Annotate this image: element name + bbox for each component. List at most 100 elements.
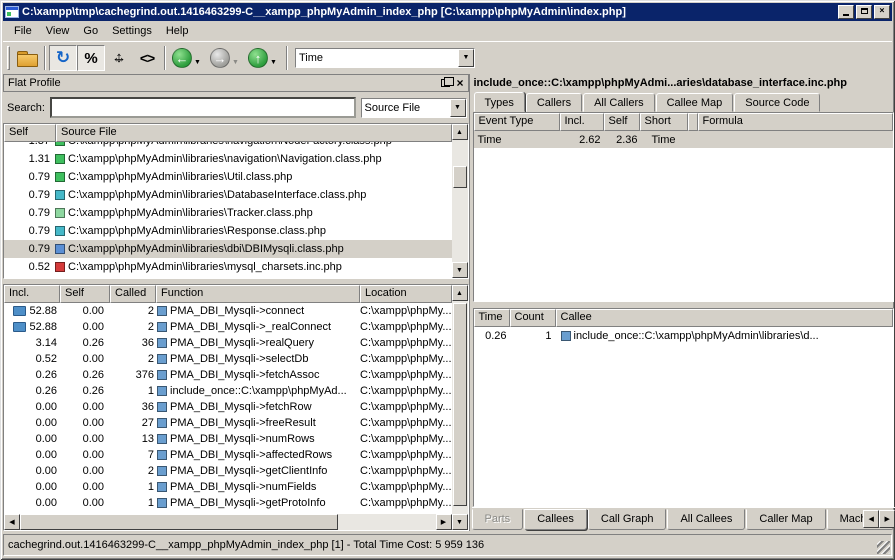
dock-title-bar[interactable]: Flat Profile ×	[3, 74, 469, 92]
column-header-function[interactable]: Function	[156, 285, 360, 303]
function-row[interactable]: 0.00 0.00 27 PMA_DBI_Mysqli->freeResult …	[4, 415, 452, 431]
detail-bottom-tab[interactable]: All Callees	[667, 509, 745, 530]
incl-cell: 2.62	[560, 134, 604, 146]
detail-tab[interactable]: Callee Map	[656, 93, 734, 112]
detail-tab[interactable]: All Callers	[583, 93, 655, 112]
minimize-button[interactable]	[838, 5, 854, 19]
scroll-up-icon[interactable]: ▲	[452, 124, 468, 140]
function-row[interactable]: 0.00 0.00 1 PMA_DBI_Mysqli->getProtoInfo…	[4, 495, 452, 511]
search-row: Search: Source File ▼	[3, 94, 469, 123]
column-header-called[interactable]: Called	[110, 285, 156, 303]
grouping-combo[interactable]: Source File ▼	[361, 98, 467, 118]
column-header-short[interactable]: Short	[640, 113, 688, 131]
column-header-self[interactable]: Self	[604, 113, 640, 131]
menu-item[interactable]: Help	[159, 23, 196, 39]
menu-item[interactable]: Go	[76, 23, 105, 39]
column-header-incl[interactable]: Incl.	[4, 285, 60, 303]
function-row[interactable]: 0.26 0.26 376 PMA_DBI_Mysqli->fetchAssoc…	[4, 367, 452, 383]
column-header-incl[interactable]: Incl.	[560, 113, 604, 131]
scrollbar-thumb[interactable]	[20, 514, 338, 530]
callee-row[interactable]: 0.26 1 include_once::C:\xampp\phpMyAdmin…	[474, 327, 894, 344]
detail-tab[interactable]: Callers	[526, 93, 582, 112]
file-row[interactable]: 0.79 C:\xampp\phpMyAdmin\libraries\Respo…	[4, 222, 452, 240]
dock-float-icon[interactable]	[441, 79, 450, 87]
maximize-button[interactable]	[856, 5, 872, 19]
detail-tab[interactable]: Types	[474, 92, 525, 112]
scroll-down-icon[interactable]: ▼	[452, 262, 468, 278]
scrollbar-thumb[interactable]	[453, 166, 467, 188]
file-row[interactable]: 0.52 C:\xampp\phpMyAdmin\libraries\user_…	[4, 276, 452, 278]
app-icon[interactable]	[5, 6, 19, 18]
tab-scroll-left-icon[interactable]: ◀	[863, 510, 879, 528]
called-count-cell: 1	[110, 385, 156, 397]
back-button[interactable]: ← ▼	[169, 45, 207, 71]
function-row[interactable]: 0.00 0.00 36 PMA_DBI_Mysqli->fetchRow C:…	[4, 399, 452, 415]
file-row[interactable]: 1.37 C:\xampp\phpMyAdmin\libraries\navig…	[4, 142, 452, 150]
event-type-row[interactable]: Time 2.62 2.36 Time	[474, 131, 894, 148]
detail-bottom-tab[interactable]: Parts	[472, 509, 524, 530]
file-row[interactable]: 0.52 C:\xampp\phpMyAdmin\libraries\mysql…	[4, 258, 452, 276]
relative-to-parent-button[interactable]: ↔↕	[105, 45, 133, 71]
menu-item[interactable]: View	[39, 23, 77, 39]
scroll-up-icon[interactable]: ▲	[452, 285, 468, 301]
column-header-time[interactable]: Time	[474, 309, 510, 327]
incl-cost-cell: 3.14	[4, 337, 60, 349]
column-header-location[interactable]: Location	[360, 285, 452, 303]
column-header-source-file[interactable]: Source File	[56, 124, 452, 142]
file-row[interactable]: 0.79 C:\xampp\phpMyAdmin\libraries\Datab…	[4, 186, 452, 204]
function-row[interactable]: 0.52 0.00 2 PMA_DBI_Mysqli->selectDb C:\…	[4, 351, 452, 367]
file-row[interactable]: 0.79 C:\xampp\phpMyAdmin\libraries\Util.…	[4, 168, 452, 186]
relative-percent-button[interactable]: %	[77, 45, 105, 71]
combo-arrow-icon[interactable]: ▼	[450, 99, 466, 117]
cycle-detection-button[interactable]: ↻	[49, 45, 77, 71]
function-table-horizontal-scrollbar[interactable]: ◀ ▶	[4, 514, 452, 530]
toolbar-handle[interactable]	[7, 46, 10, 70]
dock-close-icon[interactable]: ×	[456, 78, 463, 88]
resize-grip[interactable]	[877, 541, 890, 554]
column-header-count[interactable]: Count	[510, 309, 556, 327]
column-header-self[interactable]: Self	[60, 285, 110, 303]
column-header-self[interactable]: Self	[4, 124, 56, 142]
combo-arrow-icon[interactable]: ▼	[458, 49, 474, 67]
function-row[interactable]: 0.00 0.00 1 PMA_DBI_Mysqli->numFields C:…	[4, 479, 452, 495]
file-list-vertical-scrollbar[interactable]: ▲ ▼	[452, 124, 468, 278]
forward-button[interactable]: → ▼	[207, 45, 245, 71]
detail-bottom-tab[interactable]: Callees	[524, 509, 587, 530]
shorten-templates-button[interactable]: <>	[133, 45, 161, 71]
detail-tab[interactable]: Source Code	[734, 93, 820, 112]
file-path-cell: C:\xampp\phpMyAdmin\libraries\navigation…	[68, 142, 392, 147]
up-button[interactable]: ↑ ▼	[245, 45, 283, 71]
scroll-left-icon[interactable]: ◀	[4, 514, 20, 530]
search-input[interactable]	[50, 97, 356, 118]
function-row[interactable]: 3.14 0.26 36 PMA_DBI_Mysqli->realQuery C…	[4, 335, 452, 351]
scroll-right-icon[interactable]: ▶	[436, 514, 452, 530]
detail-bottom-tab[interactable]: Caller Map	[746, 509, 825, 530]
file-path-cell: C:\xampp\phpMyAdmin\libraries\dbi\DBIMys…	[68, 243, 344, 255]
file-row[interactable]: 0.79 C:\xampp\phpMyAdmin\libraries\Track…	[4, 204, 452, 222]
function-row[interactable]: 0.00 0.00 7 PMA_DBI_Mysqli->affectedRows…	[4, 447, 452, 463]
file-row[interactable]: 1.31 C:\xampp\phpMyAdmin\libraries\navig…	[4, 150, 452, 168]
menu-item[interactable]: File	[7, 23, 39, 39]
close-button[interactable]: ×	[874, 5, 890, 19]
menu-item[interactable]: Settings	[105, 23, 159, 39]
function-row[interactable]: 0.26 0.26 1 include_once::C:\xampp\phpMy…	[4, 383, 452, 399]
column-header-event-type[interactable]: Event Type	[474, 113, 560, 131]
scroll-down-icon[interactable]: ▼	[452, 514, 468, 530]
refresh-icon: ↻	[56, 50, 70, 66]
function-name-cell: PMA_DBI_Mysqli->fetchRow	[156, 401, 360, 413]
tab-scroll-right-icon[interactable]: ▶	[879, 510, 895, 528]
function-row[interactable]: 0.00 0.00 2 PMA_DBI_Mysqli->getClientInf…	[4, 463, 452, 479]
function-table-vertical-scrollbar[interactable]: ▲ ▼	[452, 285, 468, 530]
function-row[interactable]: 0.00 0.00 13 PMA_DBI_Mysqli->numRows C:\…	[4, 431, 452, 447]
title-bar[interactable]: C:\xampp\tmp\cachegrind.out.1416463299-C…	[3, 3, 892, 21]
function-row[interactable]: 52.88 0.00 2 PMA_DBI_Mysqli->connect C:\…	[4, 303, 452, 319]
column-header-formula[interactable]: Formula	[698, 113, 894, 131]
event-type-combo[interactable]: Time ▼	[295, 48, 475, 68]
function-row[interactable]: 52.88 0.00 2 PMA_DBI_Mysqli->_realConnec…	[4, 319, 452, 335]
column-header-callee[interactable]: Callee	[556, 309, 894, 327]
scrollbar-thumb[interactable]	[453, 303, 467, 506]
open-file-button[interactable]	[13, 45, 41, 71]
file-row[interactable]: 0.79 C:\xampp\phpMyAdmin\libraries\dbi\D…	[4, 240, 452, 258]
function-name-cell: PMA_DBI_Mysqli->getClientInfo	[156, 465, 360, 477]
detail-bottom-tab[interactable]: Call Graph	[588, 509, 667, 530]
